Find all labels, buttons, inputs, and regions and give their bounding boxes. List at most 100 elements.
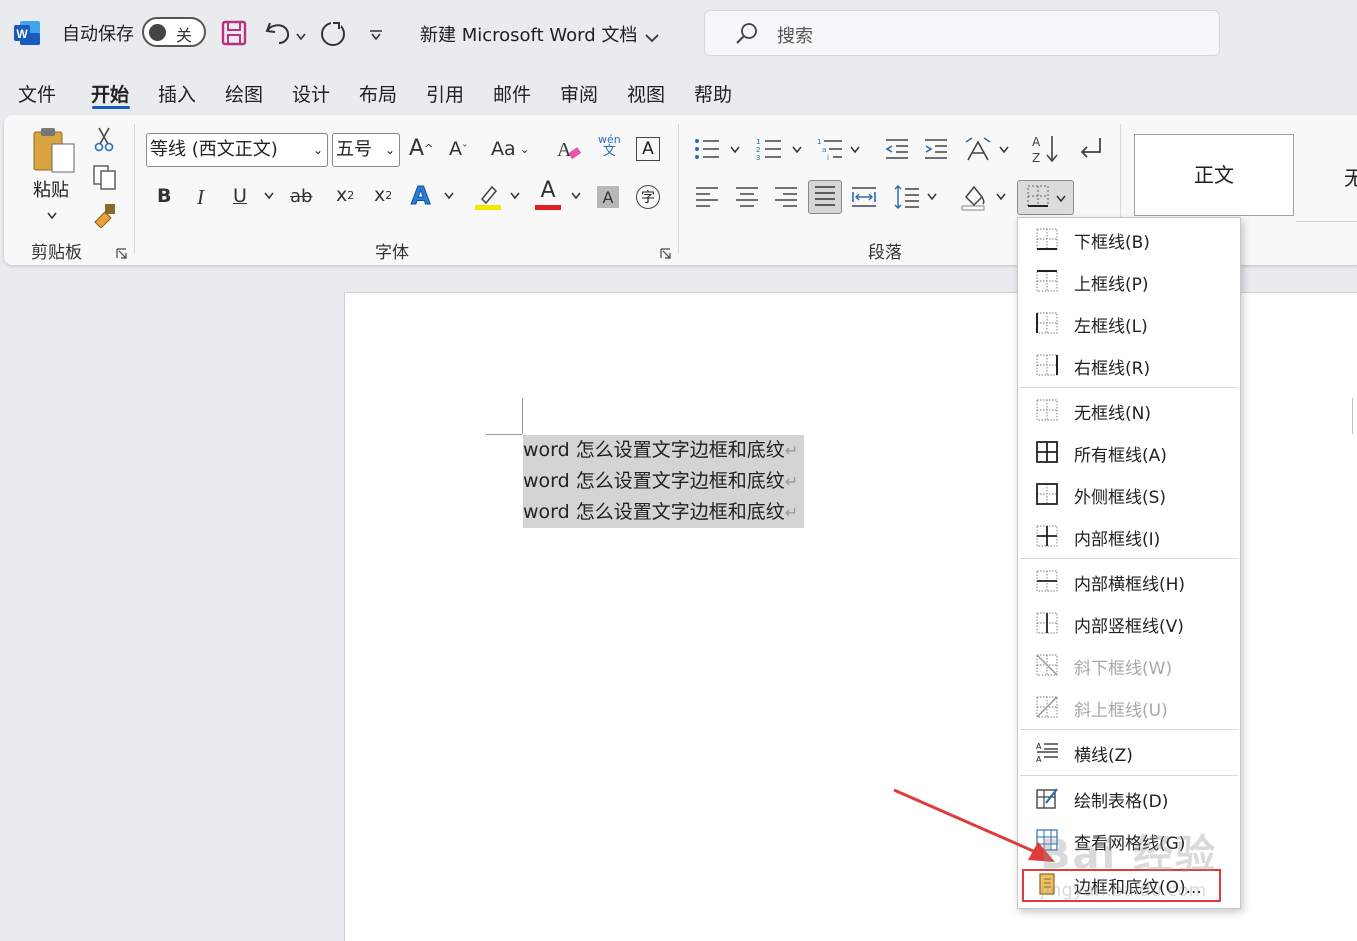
document-line[interactable]: word 怎么设置文字边框和底纹↵ xyxy=(523,466,805,497)
phonetic-guide-icon[interactable]: wén 文 xyxy=(598,134,621,159)
menu-item-border-all[interactable]: 所有框线(A) xyxy=(1018,432,1240,472)
tab-insert[interactable]: 插入 xyxy=(158,80,196,107)
font-name-combo[interactable]: 等线 (西文正文) ⌄ xyxy=(146,133,328,167)
clear-formatting-icon[interactable]: A xyxy=(556,136,582,162)
chevron-down-icon[interactable] xyxy=(444,192,454,200)
enclose-characters-button[interactable]: 字 xyxy=(636,185,660,209)
chevron-down-icon[interactable] xyxy=(47,205,57,224)
distributed-icon[interactable] xyxy=(851,185,877,209)
change-case-button[interactable]: Aa ⌄ xyxy=(491,138,530,160)
chevron-down-icon[interactable] xyxy=(645,28,659,47)
sort-icon[interactable]: AZ xyxy=(1032,134,1060,164)
multilevel-list-icon[interactable]: 1ai xyxy=(817,137,843,161)
cut-icon[interactable] xyxy=(93,126,115,156)
superscript-button[interactable]: x2 xyxy=(374,184,392,206)
grow-font-icon[interactable]: A ^ xyxy=(409,136,433,161)
borders-button[interactable] xyxy=(1017,180,1074,215)
dialog-launcher-icon[interactable] xyxy=(116,244,127,259)
chevron-down-icon[interactable] xyxy=(927,193,937,201)
customize-qat-icon[interactable] xyxy=(369,26,383,45)
menu-item-border-bottom[interactable]: 下框线(B) xyxy=(1018,219,1240,259)
subscript-button[interactable]: x2 xyxy=(336,184,354,206)
italic-button[interactable]: I xyxy=(197,185,204,210)
border-diagonal-down-icon xyxy=(1036,654,1058,676)
chevron-down-icon[interactable] xyxy=(296,26,306,45)
chevron-down-icon[interactable] xyxy=(999,146,1009,154)
tab-layout[interactable]: 布局 xyxy=(359,80,397,107)
show-formatting-marks-icon[interactable] xyxy=(1076,136,1104,162)
menu-item-border-inside[interactable]: 内部框线(I) xyxy=(1018,516,1240,556)
chevron-down-icon[interactable] xyxy=(996,193,1006,201)
word-icon[interactable]: W xyxy=(14,21,40,49)
bullets-icon[interactable] xyxy=(694,137,720,161)
chevron-down-icon[interactable] xyxy=(571,192,581,200)
menu-item-horizontal-line[interactable]: A A 横线(Z) xyxy=(1018,732,1240,772)
highlight-icon[interactable] xyxy=(474,183,502,211)
paste-button[interactable]: 粘贴 xyxy=(33,176,69,202)
autosave-toggle[interactable]: 关 xyxy=(142,17,206,47)
search-placeholder: 搜索 xyxy=(777,26,813,47)
save-icon[interactable] xyxy=(221,20,247,50)
chevron-down-icon[interactable] xyxy=(850,146,860,154)
border-outside-icon xyxy=(1036,483,1058,505)
tab-draw[interactable]: 绘图 xyxy=(225,80,263,107)
paste-icon[interactable] xyxy=(30,126,78,178)
align-right-icon[interactable] xyxy=(774,185,798,209)
style-no-spacing[interactable]: 无 xyxy=(1344,162,1357,191)
menu-item-label: 下框线(B) xyxy=(1074,233,1150,253)
chevron-down-icon[interactable] xyxy=(730,146,740,154)
style-normal[interactable]: 正文 xyxy=(1134,134,1294,216)
underline-button[interactable]: U xyxy=(233,185,247,207)
tab-view[interactable]: 视图 xyxy=(627,80,665,107)
font-size-combo[interactable]: 五号 ⌄ xyxy=(332,133,400,167)
strikethrough-button[interactable]: ab xyxy=(290,186,312,207)
menu-separator xyxy=(1020,387,1238,388)
menu-item-border-inside-vertical[interactable]: 内部竖框线(V) xyxy=(1018,603,1240,643)
chevron-down-icon[interactable] xyxy=(510,192,520,200)
align-left-icon[interactable] xyxy=(695,185,719,209)
tab-design[interactable]: 设计 xyxy=(292,80,330,107)
chevron-down-icon[interactable] xyxy=(264,192,274,200)
decrease-indent-icon[interactable] xyxy=(884,137,910,161)
tab-references[interactable]: 引用 xyxy=(426,80,464,107)
justify-icon xyxy=(814,184,836,210)
menu-item-label: 横线(Z) xyxy=(1074,746,1133,766)
menu-item-border-outside[interactable]: 外侧框线(S) xyxy=(1018,474,1240,514)
redo-icon[interactable] xyxy=(319,19,347,51)
bold-button[interactable]: B xyxy=(157,185,171,207)
search-box[interactable]: 搜索 xyxy=(704,10,1220,56)
text-direction-icon[interactable] xyxy=(964,136,992,162)
tab-mailings[interactable]: 邮件 xyxy=(493,80,531,107)
menu-item-border-top[interactable]: 上框线(P) xyxy=(1018,261,1240,301)
justify-button[interactable] xyxy=(808,180,842,214)
numbering-icon[interactable]: 123 xyxy=(756,137,782,161)
increase-indent-icon[interactable] xyxy=(923,137,949,161)
character-border-icon[interactable]: A xyxy=(636,137,660,161)
format-painter-icon[interactable] xyxy=(91,202,117,232)
tab-file[interactable]: 文件 xyxy=(18,80,56,107)
chevron-down-icon[interactable] xyxy=(792,146,802,154)
align-center-icon[interactable] xyxy=(735,185,759,209)
text-effects-button[interactable]: A xyxy=(410,181,430,211)
menu-item-border-inside-horizontal[interactable]: 内部横框线(H) xyxy=(1018,561,1240,601)
menu-item-border-right[interactable]: 右框线(R) xyxy=(1018,345,1240,385)
undo-icon[interactable] xyxy=(264,19,292,49)
svg-text:A: A xyxy=(1032,135,1041,149)
document-title[interactable]: 新建 Microsoft Word 文档 xyxy=(420,21,637,47)
menu-item-border-left[interactable]: 左框线(L) xyxy=(1018,303,1240,343)
font-color-button[interactable]: A xyxy=(535,180,561,210)
character-shading-button[interactable]: A xyxy=(597,186,619,208)
group-label-font: 字体 xyxy=(375,243,409,263)
menu-item-border-none[interactable]: 无框线(N) xyxy=(1018,390,1240,430)
line-spacing-icon[interactable] xyxy=(894,184,920,210)
shading-icon[interactable] xyxy=(960,183,988,211)
phonetic-bottom: 文 xyxy=(602,144,616,159)
tab-help[interactable]: 帮助 xyxy=(694,80,732,107)
dialog-launcher-icon[interactable] xyxy=(660,244,671,259)
tab-home[interactable]: 开始 xyxy=(91,80,129,107)
document-line[interactable]: word 怎么设置文字边框和底纹↵ xyxy=(523,497,805,528)
shrink-font-icon[interactable]: Aˇ xyxy=(449,138,468,160)
tab-review[interactable]: 审阅 xyxy=(560,80,598,107)
document-line[interactable]: word 怎么设置文字边框和底纹↵ xyxy=(523,435,805,466)
copy-icon[interactable] xyxy=(92,164,118,194)
